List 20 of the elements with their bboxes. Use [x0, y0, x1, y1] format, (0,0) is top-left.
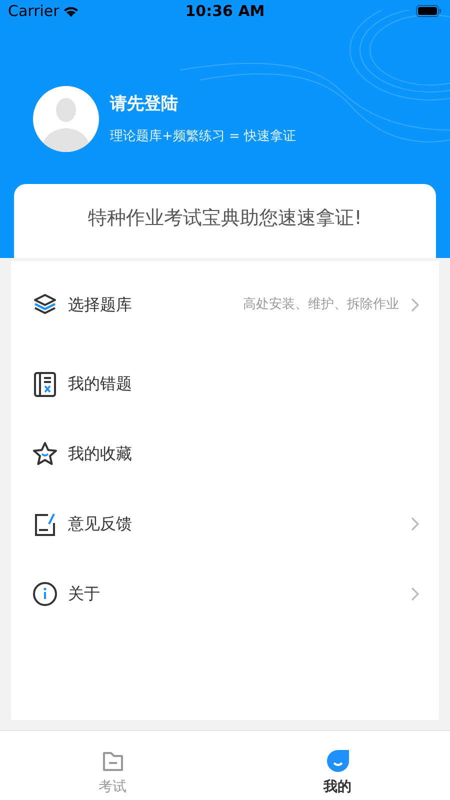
- selected-bank: 高处安装、维护、拆除作业: [243, 296, 399, 314]
- edit-icon: [32, 511, 58, 537]
- menu-item[interactable]: 我的错题: [11, 349, 439, 419]
- star-icon: [32, 441, 58, 467]
- folder-icon: [100, 749, 124, 773]
- tagline: 理论题库+频繁练习 = 快速拿证: [110, 128, 296, 146]
- tab[interactable]: 我的: [225, 731, 450, 800]
- menu-item[interactable]: 选择题库 高处安装、维护、拆除作业: [11, 261, 439, 349]
- avatar: [33, 86, 99, 152]
- carrier-label: Carrier: [8, 0, 60, 22]
- menu-item[interactable]: 关于: [11, 559, 439, 629]
- menu-item[interactable]: 意见反馈: [11, 489, 439, 559]
- menu-item[interactable]: 我的收藏: [11, 419, 439, 489]
- wifi-icon: [63, 5, 80, 17]
- info-icon: [32, 581, 58, 607]
- notebook-icon: [32, 371, 58, 397]
- status-time: 10:36 AM: [185, 0, 265, 22]
- banner-text: 特种作业考试宝典助您速速拿证!: [88, 206, 362, 231]
- battery-icon: [416, 5, 442, 17]
- drop-face-icon: [326, 749, 350, 773]
